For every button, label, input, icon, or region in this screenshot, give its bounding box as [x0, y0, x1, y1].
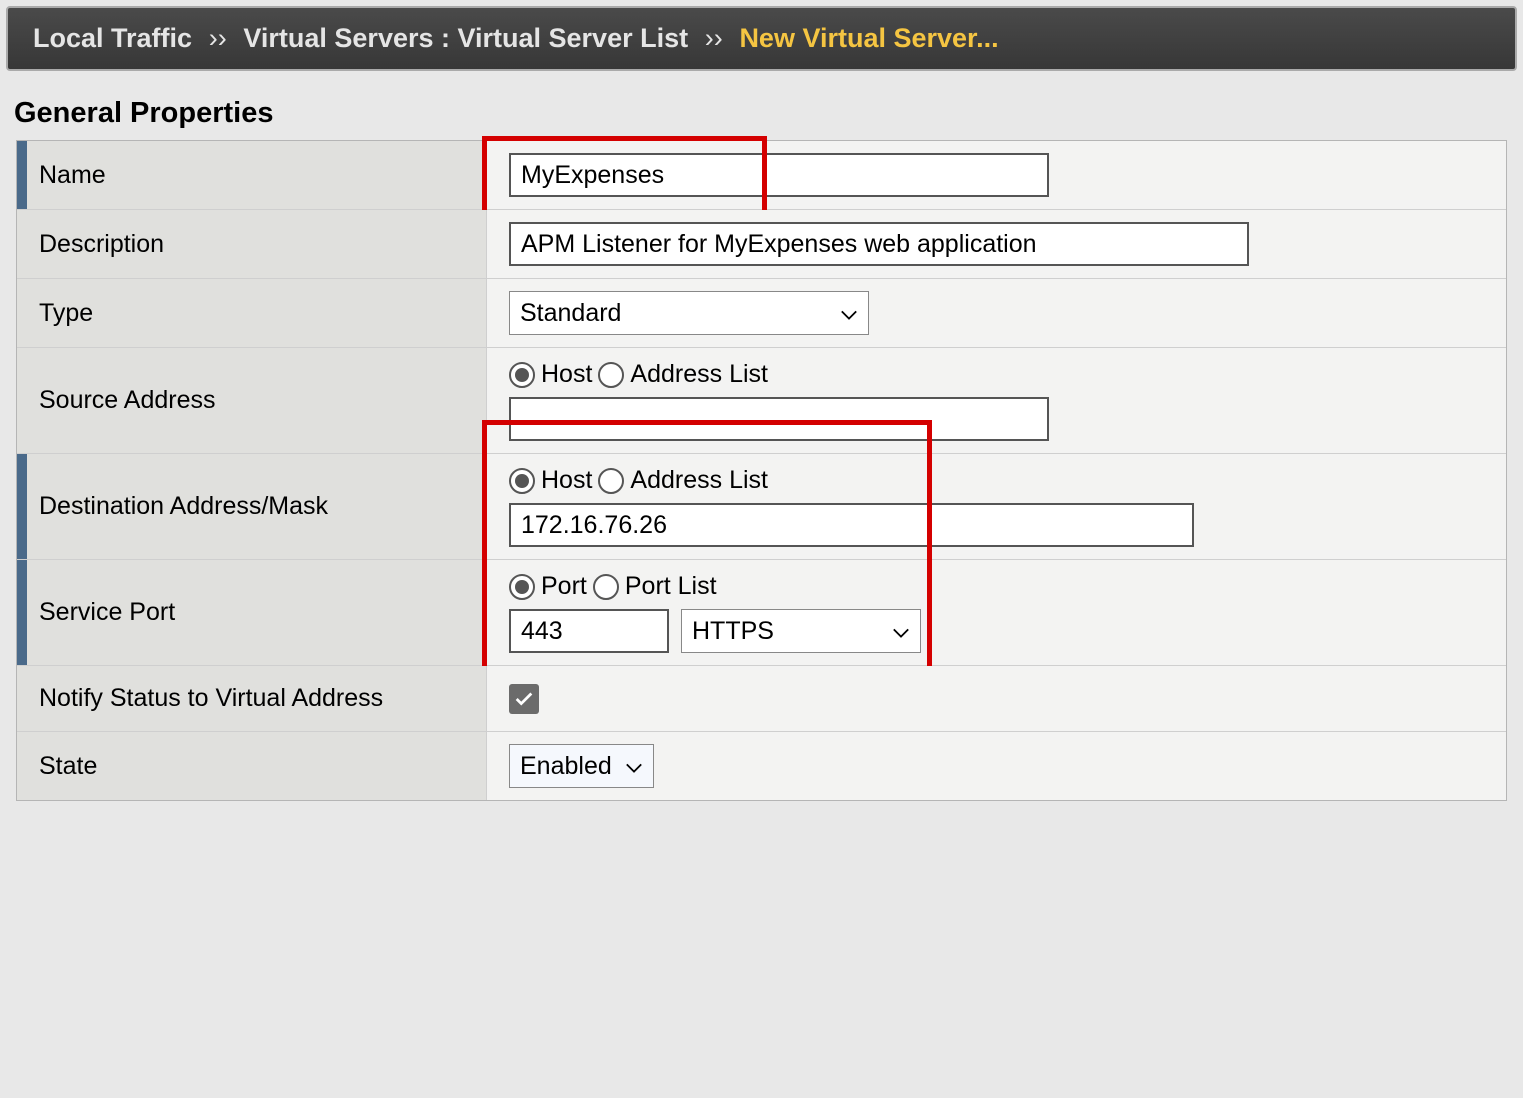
radio-label-port-list: Port List	[625, 572, 717, 601]
breadcrumb-seg-local-traffic[interactable]: Local Traffic	[33, 23, 192, 53]
row-source-address: Source Address Host Address List	[17, 348, 1506, 454]
section-title: General Properties	[0, 77, 1523, 140]
value-cell-notify-status	[487, 666, 1506, 731]
destination-address-input[interactable]	[509, 503, 1194, 547]
notify-status-checkbox[interactable]	[509, 684, 539, 714]
row-description: Description	[17, 210, 1506, 279]
port-list-radio[interactable]: Port List	[593, 572, 717, 601]
radio-icon	[509, 574, 535, 600]
dest-host-radio[interactable]: Host	[509, 466, 592, 495]
protocol-select[interactable]: HTTPS	[681, 609, 921, 653]
value-cell-description	[487, 210, 1506, 278]
check-icon	[513, 688, 535, 710]
dest-address-list-radio[interactable]: Address List	[598, 466, 768, 495]
description-input[interactable]	[509, 222, 1249, 266]
value-cell-type: Standard	[487, 279, 1506, 347]
radio-icon	[598, 468, 624, 494]
chevron-down-icon	[625, 752, 643, 780]
state-select-text: Enabled	[520, 752, 615, 781]
radio-icon	[593, 574, 619, 600]
general-properties-form: Name Description Type Standard Source Ad…	[16, 140, 1507, 801]
port-input[interactable]	[509, 609, 669, 653]
name-input[interactable]	[509, 153, 1049, 197]
row-state: State Enabled	[17, 732, 1506, 800]
service-port-radio-group: Port Port List	[509, 572, 1484, 601]
value-cell-service-port: Port Port List HTTPS	[487, 560, 1506, 665]
label-source-address: Source Address	[17, 348, 487, 453]
row-type: Type Standard	[17, 279, 1506, 348]
dest-address-radio-group: Host Address List	[509, 466, 1484, 495]
label-state: State	[17, 732, 487, 800]
row-name: Name	[17, 141, 1506, 210]
breadcrumb: Local Traffic ›› Virtual Servers : Virtu…	[6, 6, 1517, 71]
type-select[interactable]: Standard	[509, 291, 869, 335]
breadcrumb-seg-new-virtual-server: New Virtual Server...	[739, 23, 998, 53]
breadcrumb-separator-icon: ››	[209, 23, 227, 53]
port-radio[interactable]: Port	[509, 572, 587, 601]
radio-label-port: Port	[541, 572, 587, 601]
row-destination-address: Destination Address/Mask Host Address Li…	[17, 454, 1506, 560]
value-cell-source-address: Host Address List	[487, 348, 1506, 453]
value-cell-name	[487, 141, 1506, 209]
label-description: Description	[17, 210, 487, 278]
port-inline-row: HTTPS	[509, 609, 1484, 653]
chevron-down-icon	[892, 617, 910, 645]
state-select[interactable]: Enabled	[509, 744, 654, 788]
source-address-radio-group: Host Address List	[509, 360, 1484, 389]
value-cell-destination-address: Host Address List	[487, 454, 1506, 559]
type-select-text: Standard	[520, 299, 830, 328]
label-name: Name	[17, 141, 487, 209]
breadcrumb-separator-icon: ››	[705, 23, 723, 53]
value-cell-state: Enabled	[487, 732, 1506, 800]
label-destination-address: Destination Address/Mask	[17, 454, 487, 559]
label-type: Type	[17, 279, 487, 347]
source-address-input[interactable]	[509, 397, 1049, 441]
radio-icon	[509, 362, 535, 388]
breadcrumb-seg-virtual-servers[interactable]: Virtual Servers : Virtual Server List	[243, 23, 688, 53]
row-notify-status: Notify Status to Virtual Address	[17, 666, 1506, 732]
source-host-radio[interactable]: Host	[509, 360, 592, 389]
label-notify-status: Notify Status to Virtual Address	[17, 666, 487, 731]
radio-label-host: Host	[541, 360, 592, 389]
protocol-select-text: HTTPS	[692, 617, 882, 646]
radio-label-address-list: Address List	[630, 466, 768, 495]
label-service-port: Service Port	[17, 560, 487, 665]
radio-icon	[598, 362, 624, 388]
row-service-port: Service Port Port Port List HTTPS	[17, 560, 1506, 666]
radio-label-host: Host	[541, 466, 592, 495]
chevron-down-icon	[840, 299, 858, 327]
source-address-list-radio[interactable]: Address List	[598, 360, 768, 389]
radio-icon	[509, 468, 535, 494]
radio-label-address-list: Address List	[630, 360, 768, 389]
